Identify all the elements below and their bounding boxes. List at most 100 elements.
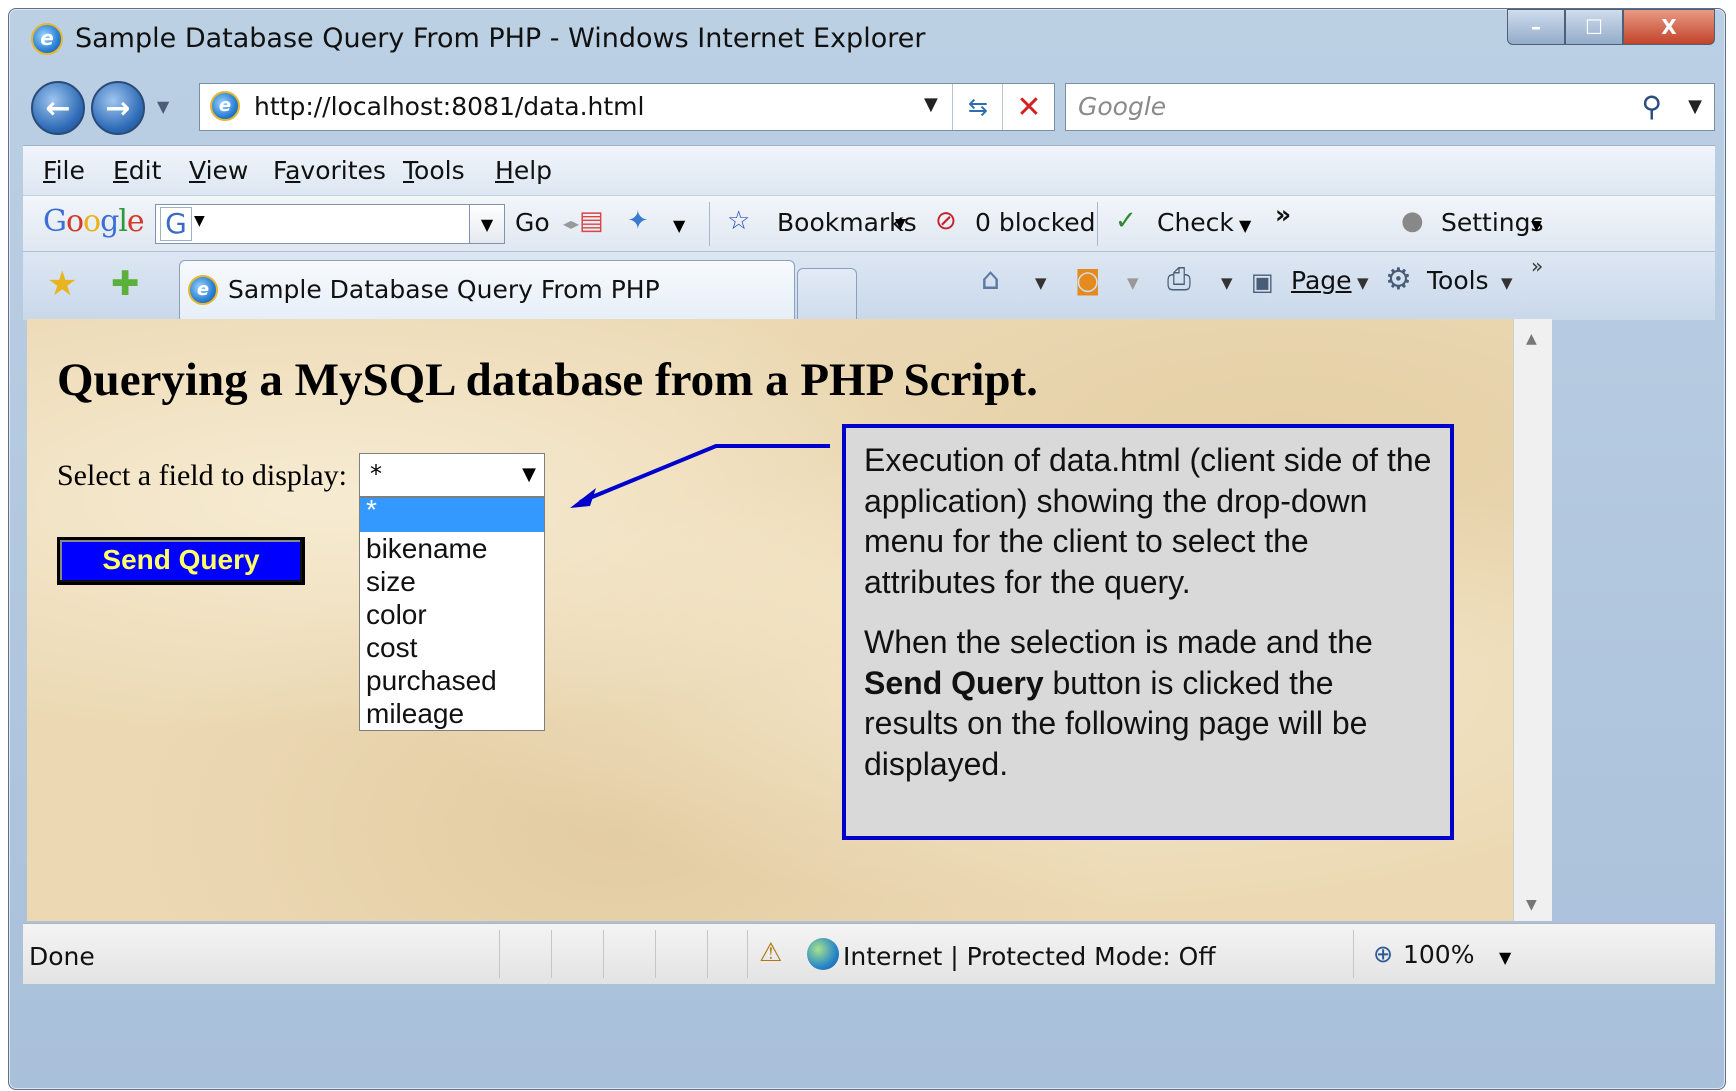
security-warning-icon[interactable]: ⚠ — [759, 938, 782, 968]
puzzle-icon[interactable]: ✦ — [627, 206, 649, 236]
popup-blocked-count[interactable]: 0 blocked — [975, 208, 1096, 237]
google-g-dropdown-icon[interactable]: ▼ — [194, 213, 205, 229]
vertical-scrollbar[interactable]: ▲ ▼ — [1513, 319, 1552, 921]
window-title: Sample Database Query From PHP - Windows… — [75, 23, 926, 54]
select-option[interactable]: color — [360, 598, 544, 631]
ie-logo-icon: e — [31, 23, 63, 55]
field-select-value: * — [370, 460, 382, 488]
status-divider — [603, 930, 604, 978]
check-button[interactable]: Check — [1157, 208, 1234, 237]
status-divider — [707, 930, 708, 978]
scroll-up-icon[interactable]: ▲ — [1526, 331, 1537, 347]
home-dropdown-icon[interactable]: ▼ — [1035, 274, 1047, 292]
menu-file[interactable]: File — [43, 156, 85, 185]
search-icon[interactable]: ⚲ — [1641, 90, 1662, 123]
field-select-options[interactable]: * bikename size color cost purchased mil… — [359, 496, 545, 731]
page-ie-icon: e — [210, 91, 240, 121]
feeds-icon[interactable]: ◙ — [1075, 266, 1100, 296]
title-bar: e Sample Database Query From PHP - Windo… — [9, 9, 1725, 71]
menu-view[interactable]: View — [189, 156, 248, 185]
refresh-icon[interactable]: ⇆ — [952, 84, 1003, 130]
google-history-dropdown-icon[interactable]: ▼ — [469, 205, 504, 243]
field-select-label: Select a field to display: — [57, 459, 347, 492]
address-url[interactable]: http://localhost:8081/data.html — [254, 92, 644, 121]
window-controls: – ☐ X — [1507, 9, 1715, 45]
favorites-center-star-icon[interactable]: ★ — [47, 264, 77, 304]
command-overflow-button[interactable]: » — [1531, 254, 1543, 278]
maximize-button[interactable]: ☐ — [1565, 9, 1623, 45]
status-divider — [551, 930, 552, 978]
send-query-button[interactable]: Send Query — [57, 537, 305, 585]
page-icon[interactable]: ▣ — [1251, 268, 1274, 296]
search-box[interactable]: Google ⚲ ▼ — [1065, 83, 1715, 131]
page-dropdown-icon[interactable]: ▼ — [1357, 274, 1369, 292]
settings-gear-icon[interactable]: ● — [1401, 206, 1424, 236]
back-arrow-icon[interactable]: ← — [31, 81, 85, 135]
new-tab-button[interactable] — [797, 268, 857, 320]
select-option[interactable]: purchased — [360, 664, 544, 697]
navigation-bar: ← → ▼ e http://localhost:8081/data.html … — [9, 71, 1725, 145]
google-g-icon[interactable]: G — [160, 207, 192, 241]
puzzle-dropdown-icon[interactable]: ▼ — [673, 216, 685, 235]
bookmarks-dropdown-icon[interactable]: ▼ — [895, 216, 906, 232]
google-logo: Google — [43, 204, 145, 239]
security-zone-text[interactable]: Internet | Protected Mode: Off — [843, 942, 1216, 971]
page-menu-button[interactable]: Page — [1291, 266, 1352, 295]
scroll-down-icon[interactable]: ▼ — [1526, 897, 1537, 913]
select-option[interactable]: cost — [360, 631, 544, 664]
spellcheck-icon[interactable]: ✓ — [1115, 206, 1137, 236]
select-option[interactable]: mileage — [360, 697, 544, 730]
status-divider — [499, 930, 500, 978]
google-go-button[interactable]: Go — [515, 208, 550, 237]
status-text: Done — [29, 942, 95, 971]
add-favorites-icon[interactable]: ✚ — [111, 264, 140, 304]
popup-blocker-icon[interactable]: ⊘ — [935, 206, 957, 236]
google-search-field[interactable]: G ▼ ▼ — [155, 204, 505, 244]
tools-dropdown-icon[interactable]: ▼ — [1501, 274, 1513, 292]
menu-bar: File Edit View Favorites Tools Help — [23, 145, 1715, 196]
recent-pages-chevron-icon[interactable]: ▼ — [157, 97, 169, 116]
home-icon[interactable]: ⌂ — [981, 262, 1000, 297]
menu-edit[interactable]: Edit — [113, 156, 161, 185]
close-button[interactable]: X — [1623, 9, 1715, 45]
bookmark-star-icon[interactable]: ☆ — [727, 206, 750, 236]
select-option[interactable]: size — [360, 565, 544, 598]
tab-bar: ★ ✚ e Sample Database Query From PHP ⌂ ▼… — [23, 251, 1715, 320]
news-icon[interactable]: ▤ — [579, 206, 604, 236]
toolbar-divider — [709, 202, 710, 246]
status-divider — [655, 930, 656, 978]
zoom-level[interactable]: 100% — [1403, 940, 1474, 969]
stop-icon[interactable]: ✕ — [1002, 84, 1055, 130]
field-select[interactable]: * ▼ — [359, 453, 545, 497]
tools-gear-icon[interactable]: ⚙ — [1385, 262, 1412, 297]
print-dropdown-icon[interactable]: ▼ — [1221, 274, 1233, 292]
select-chevron-down-icon[interactable]: ▼ — [522, 464, 536, 485]
zoom-dropdown-icon[interactable]: ▼ — [1499, 948, 1511, 967]
menu-help[interactable]: Help — [495, 156, 552, 185]
select-option[interactable]: bikename — [360, 532, 544, 565]
select-option[interactable]: * — [360, 496, 544, 532]
address-dropdown-icon[interactable]: ▼ — [924, 94, 938, 115]
search-input[interactable]: Google — [1078, 92, 1166, 121]
settings-button[interactable]: Settings — [1441, 208, 1544, 237]
check-dropdown-icon[interactable]: ▼ — [1239, 216, 1251, 235]
tab-ie-icon: e — [188, 275, 218, 305]
callout-paragraph-2: When the selection is made and the Send … — [864, 622, 1432, 784]
tab-active[interactable]: e Sample Database Query From PHP — [179, 260, 795, 320]
menu-tools[interactable]: Tools — [403, 156, 465, 185]
callout-arrow — [570, 444, 830, 508]
status-divider — [1353, 930, 1354, 978]
search-options-chevron-icon[interactable]: ▼ — [1688, 96, 1702, 117]
tools-menu-button[interactable]: Tools — [1427, 266, 1489, 295]
tab-title[interactable]: Sample Database Query From PHP — [228, 275, 660, 304]
settings-dropdown-icon[interactable]: ▼ — [1531, 218, 1542, 234]
menu-favorites[interactable]: Favorites — [273, 156, 386, 185]
feeds-dropdown-icon[interactable]: ▼ — [1127, 274, 1139, 292]
status-bar: Done ⚠ Internet | Protected Mode: Off ⊕ … — [23, 923, 1715, 984]
print-icon[interactable]: ⎙ — [1167, 262, 1191, 297]
minimize-button[interactable]: – — [1507, 9, 1565, 45]
zoom-magnifier-icon[interactable]: ⊕ — [1373, 940, 1393, 968]
forward-arrow-icon[interactable]: → — [91, 81, 145, 135]
toolbar-overflow-button[interactable]: » — [1275, 200, 1291, 229]
address-bar[interactable]: e http://localhost:8081/data.html ▼ ⇆ ✕ — [199, 83, 1055, 131]
